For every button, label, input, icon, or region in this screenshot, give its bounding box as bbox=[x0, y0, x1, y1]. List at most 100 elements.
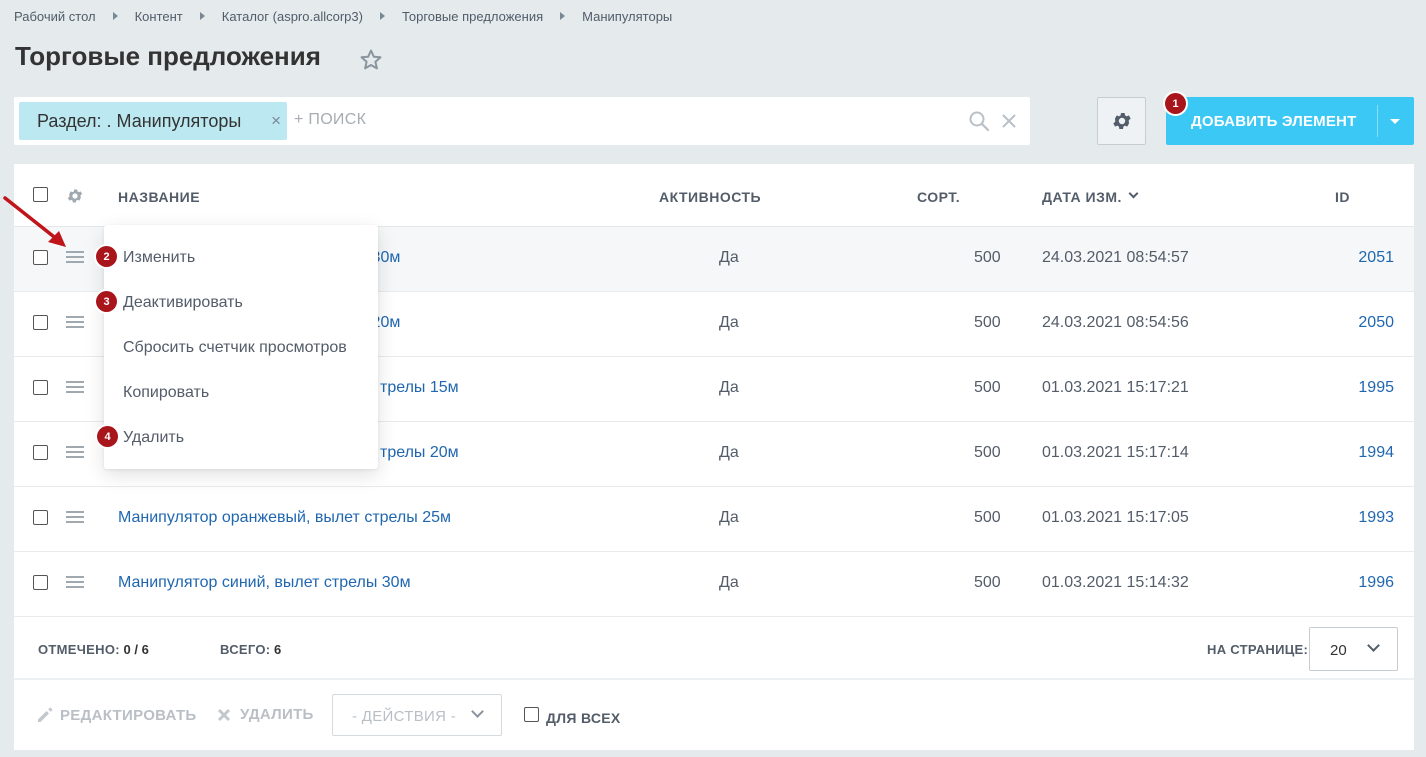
row-sort: 500 bbox=[974, 444, 1001, 461]
row-id-link[interactable]: 1995 bbox=[1358, 379, 1394, 397]
actions-select-value: - ДЕЙСТВИЯ - bbox=[352, 708, 456, 725]
delete-label: УДАЛИТЬ bbox=[240, 706, 314, 723]
breadcrumb-item[interactable]: Контент bbox=[135, 9, 183, 24]
sort-desc-icon[interactable] bbox=[1128, 188, 1139, 199]
table-footer: ОТМЕЧЕНО: 0 / 6 ВСЕГО: 6 НА СТРАНИЦЕ: 20 bbox=[14, 617, 1414, 680]
gear-icon bbox=[1112, 113, 1131, 129]
row-menu-icon[interactable] bbox=[66, 316, 84, 330]
for-all-label: ДЛЯ ВСЕХ bbox=[546, 710, 621, 726]
row-active: Да bbox=[719, 509, 739, 526]
column-header-active[interactable]: АКТИВНОСТЬ bbox=[659, 189, 761, 205]
group-action-bar: РЕДАКТИРОВАТЬ УДАЛИТЬ - ДЕЙСТВИЯ - ДЛЯ В… bbox=[14, 682, 1414, 750]
annotation-badge-4: 4 bbox=[97, 426, 118, 447]
row-sort: 500 bbox=[974, 574, 1001, 591]
row-id-link[interactable]: 1993 bbox=[1358, 509, 1394, 527]
breadcrumb-item[interactable]: Каталог (aspro.allcorp3) bbox=[222, 9, 363, 24]
settings-button[interactable] bbox=[1097, 97, 1146, 145]
column-header-sort[interactable]: СОРТ. bbox=[917, 189, 960, 205]
row-active: Да bbox=[719, 314, 739, 331]
actions-select[interactable]: - ДЕЙСТВИЯ - bbox=[332, 694, 502, 736]
annotation-arrow-icon bbox=[3, 196, 66, 247]
menu-item-deactivate[interactable]: Деактивировать bbox=[123, 294, 243, 312]
row-checkbox[interactable] bbox=[33, 315, 48, 330]
search-input[interactable]: + ПОИСК bbox=[294, 111, 366, 129]
row-menu-icon[interactable] bbox=[66, 381, 84, 395]
row-sort: 500 bbox=[974, 249, 1001, 266]
row-name-link[interactable]: трелы 20м bbox=[380, 444, 459, 462]
clear-icon[interactable] bbox=[999, 111, 1019, 131]
per-page-label: НА СТРАНИЦЕ: bbox=[1207, 642, 1309, 657]
add-element-label: ДОБАВИТЬ ЭЛЕМЕНТ bbox=[1191, 113, 1357, 130]
row-id-link[interactable]: 1996 bbox=[1358, 574, 1394, 592]
table-header: НАЗВАНИЕ АКТИВНОСТЬ СОРТ. ДАТА ИЗМ. ID bbox=[14, 164, 1414, 227]
breadcrumb-item[interactable]: Манипуляторы bbox=[582, 9, 672, 24]
annotation-badge-3: 3 bbox=[96, 291, 117, 312]
row-name-link[interactable]: трелы 15м bbox=[380, 379, 459, 397]
total-count: ВСЕГО: 6 bbox=[220, 642, 282, 657]
table-row[interactable]: Манипулятор оранжевый, вылет стрелы 25м … bbox=[14, 487, 1414, 552]
per-page-value: 20 bbox=[1330, 642, 1347, 659]
breadcrumb-item[interactable]: Торговые предложения bbox=[402, 9, 543, 24]
row-date: 24.03.2021 08:54:56 bbox=[1042, 314, 1189, 331]
search-icon[interactable] bbox=[968, 110, 990, 132]
page-title: Торговые предложения bbox=[15, 41, 321, 71]
row-date: 01.03.2021 15:17:14 bbox=[1042, 444, 1189, 461]
row-sort: 500 bbox=[974, 314, 1001, 331]
chevron-right-icon bbox=[112, 12, 118, 20]
button-divider bbox=[1377, 105, 1378, 137]
row-menu-icon[interactable] bbox=[66, 576, 84, 590]
row-date: 24.03.2021 08:54:57 bbox=[1042, 249, 1189, 266]
row-id-link[interactable]: 2050 bbox=[1358, 314, 1394, 332]
menu-item-delete[interactable]: Удалить bbox=[123, 429, 184, 447]
per-page-select[interactable]: 20 bbox=[1309, 627, 1398, 671]
row-active: Да bbox=[719, 444, 739, 461]
menu-item-edit[interactable]: Изменить bbox=[123, 249, 195, 267]
row-id-link[interactable]: 2051 bbox=[1358, 249, 1394, 267]
menu-item-reset-views[interactable]: Сбросить счетчик просмотров bbox=[123, 339, 347, 357]
close-icon bbox=[217, 708, 231, 721]
edit-button[interactable]: РЕДАКТИРОВАТЬ bbox=[36, 706, 197, 724]
column-header-id[interactable]: ID bbox=[1335, 189, 1350, 205]
row-sort: 500 bbox=[974, 379, 1001, 396]
filter-tag-label: Раздел: . Манипуляторы bbox=[37, 110, 242, 131]
row-checkbox[interactable] bbox=[33, 510, 48, 525]
chevron-right-icon bbox=[379, 12, 385, 20]
row-active: Да bbox=[719, 574, 739, 591]
row-date: 01.03.2021 15:17:21 bbox=[1042, 379, 1189, 396]
row-checkbox[interactable] bbox=[33, 380, 48, 395]
chevron-down-icon bbox=[1367, 639, 1380, 652]
breadcrumb: Рабочий стол Контент Каталог (aspro.allc… bbox=[14, 7, 672, 25]
filter-tag: Раздел: . Манипуляторы × bbox=[19, 102, 287, 140]
row-active: Да bbox=[719, 249, 739, 266]
pencil-icon bbox=[38, 707, 53, 722]
row-menu-icon[interactable] bbox=[66, 446, 84, 460]
row-id-link[interactable]: 1994 bbox=[1358, 444, 1394, 462]
row-checkbox[interactable] bbox=[33, 575, 48, 590]
table-row[interactable]: Манипулятор синий, вылет стрелы 30м Да 5… bbox=[14, 552, 1414, 617]
annotation-badge-1: 1 bbox=[1165, 93, 1186, 114]
row-name-link[interactable]: Манипулятор оранжевый, вылет стрелы 25м bbox=[118, 509, 451, 527]
for-all-checkbox[interactable] bbox=[524, 707, 539, 722]
close-icon[interactable]: × bbox=[271, 112, 281, 130]
menu-item-copy[interactable]: Копировать bbox=[123, 384, 209, 402]
column-header-date[interactable]: ДАТА ИЗМ. bbox=[1042, 189, 1122, 205]
filter-search-bar[interactable]: Раздел: . Манипуляторы × + ПОИСК bbox=[14, 97, 1030, 145]
edit-label: РЕДАКТИРОВАТЬ bbox=[60, 706, 197, 724]
selected-count: ОТМЕЧЕНО: 0 / 6 bbox=[38, 642, 149, 657]
row-context-menu: Изменить Деактивировать Сбросить счетчик… bbox=[104, 225, 378, 469]
row-name-link[interactable]: Манипулятор синий, вылет стрелы 30м bbox=[118, 574, 411, 592]
delete-button[interactable]: УДАЛИТЬ bbox=[216, 706, 314, 723]
add-element-button[interactable]: ДОБАВИТЬ ЭЛЕМЕНТ bbox=[1166, 97, 1414, 145]
row-menu-icon[interactable] bbox=[66, 511, 84, 525]
star-icon[interactable] bbox=[359, 48, 383, 72]
row-date: 01.03.2021 15:17:05 bbox=[1042, 509, 1189, 526]
breadcrumb-item[interactable]: Рабочий стол bbox=[14, 9, 96, 24]
chevron-right-icon bbox=[199, 12, 205, 20]
chevron-down-icon[interactable] bbox=[1390, 119, 1400, 124]
row-sort: 500 bbox=[974, 509, 1001, 526]
chevron-down-icon bbox=[471, 705, 484, 718]
row-checkbox[interactable] bbox=[33, 445, 48, 460]
row-date: 01.03.2021 15:14:32 bbox=[1042, 574, 1189, 591]
chevron-right-icon bbox=[560, 12, 566, 20]
column-header-name[interactable]: НАЗВАНИЕ bbox=[118, 189, 200, 205]
